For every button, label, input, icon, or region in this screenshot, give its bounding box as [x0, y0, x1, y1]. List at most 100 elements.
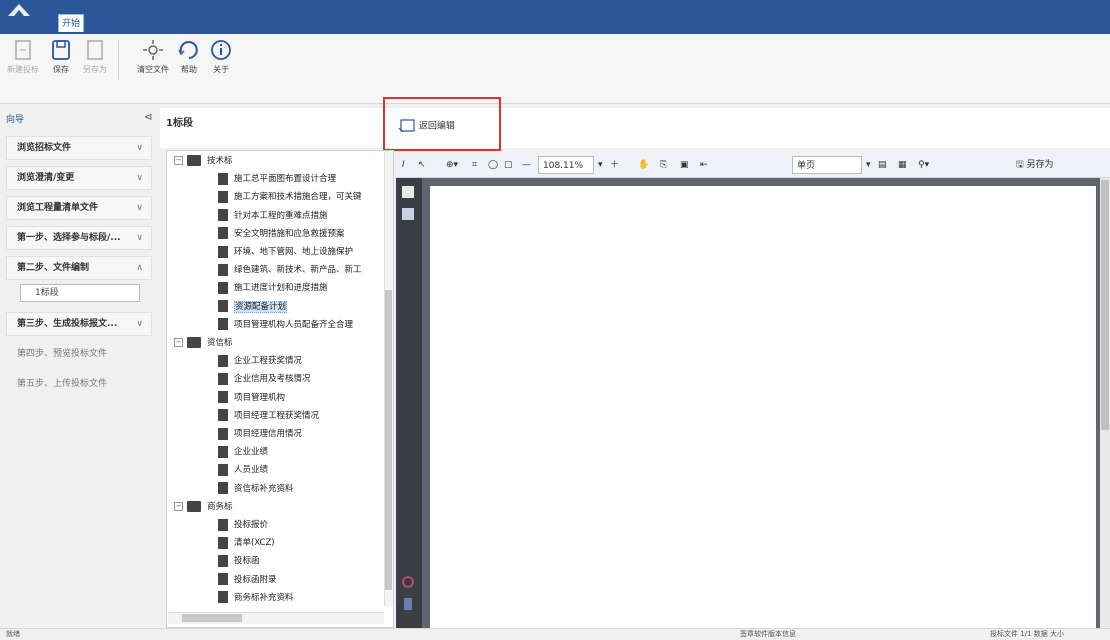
tree-item-label: 项目经理工程获奖情况 — [234, 410, 320, 421]
hand-tool-icon[interactable]: ✋ — [638, 156, 649, 174]
pen-icon[interactable] — [404, 598, 412, 610]
tree-item-label: 企业工程获奖情况 — [234, 356, 303, 367]
step-5-upload[interactable]: 第五步、上传投标文件 — [6, 372, 152, 396]
clear-file-button[interactable]: 清空文件 — [136, 38, 170, 84]
step-3-generate[interactable]: 第三步、生成投标报文... ∨ — [6, 312, 152, 336]
floppy-icon: 🖫 — [1016, 160, 1024, 170]
tree-scroll-thumb[interactable] — [385, 290, 392, 590]
step-1-select-section[interactable]: 第一步、选择参与标段/... ∨ — [6, 226, 152, 250]
collapse-icon[interactable]: − — [174, 501, 183, 511]
document-icon — [218, 463, 228, 476]
tree-item-label: 施工进度计划和进度措施 — [234, 283, 328, 294]
tree-item[interactable]: 投标函 — [218, 552, 260, 570]
select-tool-icon[interactable]: ↖ — [418, 156, 426, 174]
nav-arrow-icon[interactable]: ⇤ — [700, 156, 708, 174]
save-as-viewer-button[interactable]: 🖫 另存为 — [1016, 156, 1054, 174]
content-header — [160, 108, 1110, 148]
help-button[interactable]: 帮助 — [172, 38, 206, 84]
tree-group[interactable]: − 商务标 — [174, 498, 233, 516]
tree-hscroll-thumb[interactable] — [182, 614, 242, 622]
about-button[interactable]: 关于 — [204, 38, 238, 84]
tree-item[interactable]: 施工进度计划和进度措施 — [218, 279, 328, 297]
tab-start[interactable]: 开始 — [58, 14, 84, 32]
step-view-tender-file[interactable]: 浏览招标文件 ∨ — [6, 136, 152, 160]
step-label: 浏览招标文件 — [17, 143, 72, 153]
tree-item-label: 资源配备计划 — [234, 300, 288, 313]
zoom-level-field[interactable]: 108.11% — [538, 156, 594, 174]
help-icon — [178, 41, 198, 59]
tree-item[interactable]: 投标函附录 — [218, 571, 277, 589]
step-view-clarification[interactable]: 浏览澄清/变更 ∨ — [6, 166, 152, 190]
signature-icon[interactable] — [402, 576, 414, 588]
tree-item[interactable]: 企业业绩 — [218, 443, 268, 461]
step-2-compile-file[interactable]: 第二步、文件编制 ∧ — [6, 256, 152, 280]
tree-item[interactable]: 施工总平面图布置设计合理 — [218, 170, 336, 188]
pin-icon[interactable]: ⊲ — [144, 112, 152, 123]
bookmark-panel-icon[interactable] — [402, 208, 414, 220]
step-4-preview[interactable]: 第四步、预览投标文件 — [6, 342, 152, 366]
document-icon — [218, 482, 228, 495]
actual-size-icon[interactable]: ▢ — [504, 156, 513, 174]
step-label: 浏览工程量清单文件 — [17, 203, 99, 213]
folder-icon — [187, 500, 201, 512]
new-bid-button[interactable]: 新建投标 — [6, 38, 40, 84]
tree-item[interactable]: 绿色建筑、新技术、新产品、新工 — [218, 261, 362, 279]
tree-item[interactable]: 资源配备计划 — [218, 298, 288, 316]
zoom-in-icon[interactable]: ⊕▾ — [446, 156, 458, 174]
chevron-down-icon: ∨ — [136, 319, 143, 329]
tree-item[interactable]: 针对本工程的重难点措施 — [218, 207, 328, 225]
save-as-button[interactable]: 另存为 — [78, 38, 112, 84]
tree-item[interactable]: 安全文明措施和应急救援预案 — [218, 225, 345, 243]
fit-page-icon[interactable]: ⌗ — [472, 156, 477, 174]
document-icon — [218, 536, 228, 549]
print-icon[interactable]: ▦ — [898, 156, 907, 174]
stamp-icon[interactable]: ⚲▾ — [918, 156, 929, 174]
tree-item-label: 投标函附录 — [234, 574, 277, 585]
tree-item[interactable]: 清单(XCZ) — [218, 534, 275, 552]
view-mode-select[interactable]: 单页 — [792, 156, 862, 174]
tree-item[interactable]: 施工方案和技术措施合理，可关键 — [218, 188, 362, 206]
tree-item[interactable]: 项目管理机构人员配备齐全合理 — [218, 316, 353, 334]
rotate-icon[interactable]: ◯ — [488, 156, 498, 174]
document-icon — [218, 281, 228, 294]
zoom-dropdown-icon[interactable]: ▾ — [598, 156, 603, 174]
tree-item-label: 项目管理机构 — [234, 392, 286, 403]
step-label: 第五步、上传投标文件 — [17, 379, 108, 389]
chevron-down-icon[interactable]: ▾ — [866, 156, 871, 174]
tree-item[interactable]: 企业工程获奖情况 — [218, 352, 302, 370]
document-icon — [218, 518, 228, 531]
highlight-annotation-box — [383, 97, 501, 151]
tree-item[interactable]: 商务标补充资料 — [218, 589, 294, 607]
collapse-icon[interactable]: − — [174, 338, 183, 347]
section-selector[interactable]: 1标段 — [20, 284, 140, 302]
step-view-boq[interactable]: 浏览工程量清单文件 ∨ — [6, 196, 152, 220]
step-label: 第一步、选择参与标段/... — [17, 233, 121, 243]
snapshot-icon[interactable]: ▣ — [680, 156, 689, 174]
clear-file-icon — [143, 40, 163, 60]
tree-item[interactable]: 环境、地下管网、地上设施保护 — [218, 243, 353, 261]
tree-group[interactable]: − 技术标 — [174, 152, 233, 170]
tree-item[interactable]: 资信标补充资料 — [218, 480, 294, 498]
tree-item[interactable]: 项目经理信用情况 — [218, 425, 302, 443]
step-label: 浏览澄清/变更 — [17, 173, 75, 183]
thumbnail-panel-icon[interactable] — [402, 186, 414, 198]
save-button[interactable]: 保存 — [44, 38, 78, 84]
zoom-out-icon[interactable]: — — [522, 156, 531, 174]
text-tool-icon[interactable]: 𝐼 — [402, 156, 405, 174]
copy-icon[interactable]: ⎘ — [660, 156, 667, 174]
tree-item[interactable]: 人员业绩 — [218, 461, 268, 479]
tree-item[interactable]: 投标报价 — [218, 516, 268, 534]
viewer-sidebar — [396, 178, 422, 628]
document-page[interactable] — [430, 186, 1096, 628]
tree-item[interactable]: 项目管理机构 — [218, 389, 285, 407]
viewer-scroll-thumb[interactable] — [1101, 180, 1109, 430]
clear-file-label: 清空文件 — [137, 65, 169, 74]
about-icon — [211, 40, 231, 60]
tree-group[interactable]: − 资信标 — [174, 334, 233, 352]
page-icon[interactable]: ▤ — [878, 156, 887, 174]
tree-item[interactable]: 项目经理工程获奖情况 — [218, 407, 319, 425]
document-icon — [218, 573, 228, 586]
tree-item[interactable]: 企业信用及考核情况 — [218, 370, 311, 388]
zoom-plus-icon[interactable]: ＋ — [610, 156, 619, 174]
collapse-icon[interactable]: − — [174, 156, 183, 165]
